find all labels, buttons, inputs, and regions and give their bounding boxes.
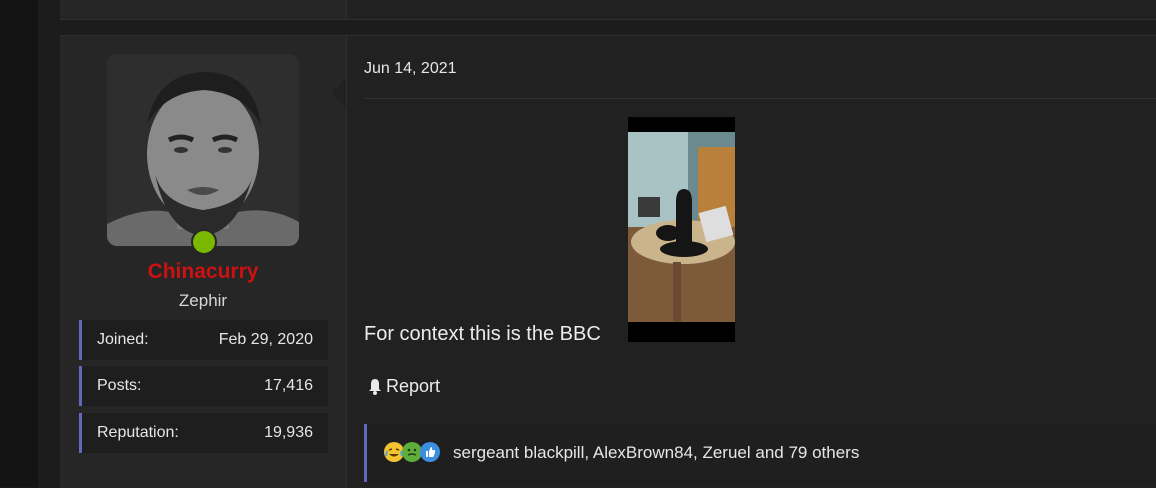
user-stat-posts: Posts: 17,416 xyxy=(79,366,328,406)
reactions-bar[interactable]: sergeant blackpill, AlexBrown84, Zeruel … xyxy=(364,424,1156,482)
stat-value: 17,416 xyxy=(264,377,313,394)
post-user-cell: Chinacurry Zephir Joined: Feb 29, 2020 P… xyxy=(60,36,346,488)
stat-value: 19,936 xyxy=(264,424,313,441)
sick-face-icon xyxy=(402,442,422,462)
post-username[interactable]: Chinacurry xyxy=(60,260,346,284)
page-left-gutter xyxy=(0,0,38,487)
stat-label: Reputation: xyxy=(97,424,179,441)
user-title: Zephir xyxy=(178,291,228,310)
post-image-attachment[interactable] xyxy=(628,117,735,342)
bell-icon xyxy=(369,378,381,395)
online-status-indicator xyxy=(191,229,217,255)
user-stat-joined: Joined: Feb 29, 2020 xyxy=(79,320,328,360)
report-link[interactable]: Report xyxy=(366,376,440,397)
stat-label: Posts: xyxy=(97,377,142,394)
forum-post: Chinacurry Zephir Joined: Feb 29, 2020 P… xyxy=(60,35,1156,488)
previous-post-user-cell xyxy=(60,0,346,20)
reaction-icons xyxy=(384,442,440,462)
user-avatar[interactable] xyxy=(107,54,299,246)
post-main-cell: Jun 14, 2021 For context this is the BBC xyxy=(346,36,1156,488)
stat-value: Feb 29, 2020 xyxy=(218,331,313,348)
stat-label: Joined: xyxy=(97,331,149,348)
avatar-portrait xyxy=(107,54,299,246)
thumbs-up-icon xyxy=(420,442,440,462)
post-pointer-arrow xyxy=(332,78,346,108)
reaction-users-text[interactable]: sergeant blackpill, AlexBrown84, Zeruel … xyxy=(453,443,859,463)
post-body-text: For context this is the BBC xyxy=(364,323,601,345)
attachment-photo xyxy=(628,117,735,342)
post-date[interactable]: Jun 14, 2021 xyxy=(364,60,457,78)
laughing-crying-icon xyxy=(384,442,404,462)
previous-post-main-cell xyxy=(346,0,1156,20)
report-label: Report xyxy=(386,376,441,396)
user-stat-reputation: Reputation: 19,936 xyxy=(79,413,328,453)
post-header-divider xyxy=(364,98,1156,99)
